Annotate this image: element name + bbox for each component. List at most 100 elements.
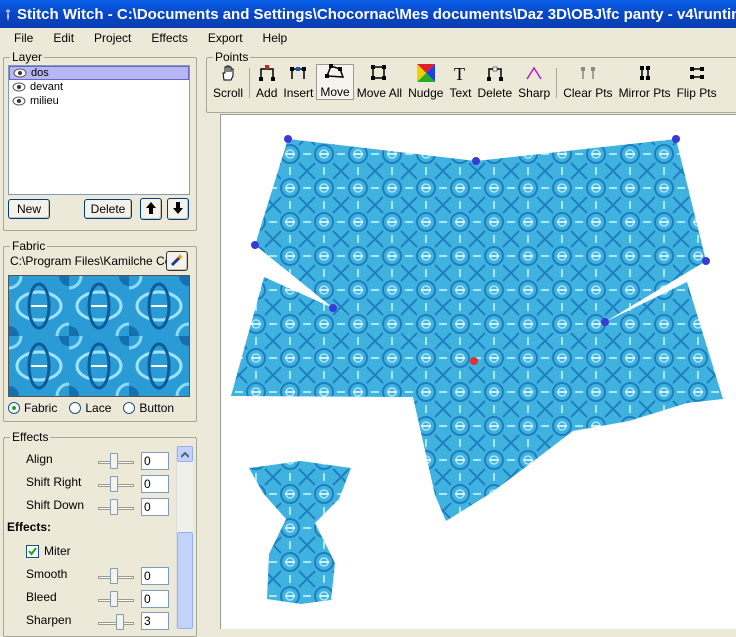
layer-legend: Layer (10, 50, 45, 64)
menu-edit[interactable]: Edit (43, 31, 84, 45)
scroll-thumb[interactable] (177, 532, 193, 629)
shift-right-value-field[interactable]: 0 (141, 475, 169, 493)
mirror-points-icon (636, 64, 654, 86)
clear-pts-tool[interactable]: Clear Pts (560, 64, 615, 100)
scroll-up-button[interactable] (177, 446, 193, 462)
control-point[interactable] (601, 318, 609, 326)
sharpen-label: Sharpen (26, 613, 72, 627)
sharpen-value-field[interactable]: 3 (141, 612, 169, 630)
move-layer-down-button[interactable] (167, 198, 189, 220)
control-point[interactable] (329, 304, 337, 312)
delete-layer-button[interactable]: Delete (84, 199, 132, 219)
chevron-up-icon (180, 447, 190, 461)
layer-item[interactable]: dos (9, 66, 189, 80)
scroll-tool[interactable]: Scroll (210, 64, 246, 100)
button-radio[interactable]: Button (123, 401, 174, 415)
effects-section-label: Effects: (7, 520, 52, 534)
text-tool-label: Text (449, 86, 472, 100)
nudge-tool-label: Nudge (408, 86, 444, 100)
align-slider-thumb[interactable] (110, 453, 118, 469)
layer-item[interactable]: devant (9, 80, 189, 94)
control-point[interactable] (251, 241, 259, 249)
delete-tool[interactable]: Delete (474, 64, 515, 100)
shift-right-slider-thumb[interactable] (110, 476, 118, 492)
shift-down-value-field[interactable]: 0 (141, 498, 169, 516)
insert-point-icon (289, 64, 307, 86)
sharpen-slider-thumb[interactable] (116, 614, 124, 630)
shift-down-slider-thumb[interactable] (110, 499, 118, 515)
fabric-path: C:\Program Files\Kamilche Co (10, 254, 166, 268)
eye-icon[interactable] (13, 68, 27, 78)
eye-icon[interactable] (12, 96, 26, 106)
mirror-pts-tool[interactable]: Mirror Pts (616, 64, 674, 100)
delete-point-icon (486, 64, 504, 86)
add-tool[interactable]: Add (253, 64, 280, 100)
align-value-field[interactable]: 0 (141, 452, 169, 470)
bleed-label: Bleed (26, 590, 57, 604)
menu-file[interactable]: File (4, 31, 43, 45)
eye-icon[interactable] (12, 82, 26, 92)
fabric-type-radio-group: Fabric Lace Button (8, 401, 182, 415)
miter-checkbox[interactable]: Miter (26, 544, 71, 558)
sharp-icon (525, 64, 543, 86)
move-all-tool-label: Move All (356, 86, 403, 100)
shift-right-label: Shift Right (26, 475, 82, 489)
control-point[interactable] (672, 135, 680, 143)
pattern-drawing[interactable] (221, 115, 736, 630)
insert-tool[interactable]: Insert (280, 64, 316, 100)
menu-effects[interactable]: Effects (141, 31, 197, 45)
move-layer-up-button[interactable] (140, 198, 162, 220)
align-label: Align (26, 452, 53, 466)
effects-scrollbar[interactable] (176, 446, 193, 629)
smooth-value-field[interactable]: 0 (141, 567, 169, 585)
pattern-piece-milieu[interactable] (249, 461, 351, 604)
clear-pts-tool-label: Clear Pts (563, 86, 613, 100)
layer-label: dos (31, 67, 49, 79)
app-icon (3, 6, 13, 22)
delete-tool-label: Delete (477, 86, 513, 100)
browse-fabric-button[interactable] (166, 251, 188, 271)
control-point-selected[interactable] (470, 357, 478, 365)
layer-list[interactable]: dos devant milieu (8, 65, 190, 195)
radio-dot-icon (8, 402, 20, 414)
menu-export[interactable]: Export (198, 31, 253, 45)
menu-project[interactable]: Project (84, 31, 141, 45)
toolbar-separator (249, 68, 251, 98)
smooth-slider-thumb[interactable] (110, 568, 118, 584)
nudge-tool[interactable]: Nudge (405, 64, 446, 100)
text-tool[interactable]: T Text (446, 64, 474, 100)
bleed-value-field[interactable]: 0 (141, 590, 169, 608)
control-point[interactable] (702, 257, 710, 265)
pattern-canvas[interactable] (220, 114, 736, 629)
checkmark-icon (26, 544, 39, 558)
flip-pts-tool[interactable]: Flip Pts (674, 64, 720, 100)
lace-radio[interactable]: Lace (69, 401, 111, 415)
points-legend: Points (213, 50, 251, 64)
title-bar: Stitch Witch - C:\Documents and Settings… (0, 0, 736, 28)
control-point[interactable] (284, 135, 292, 143)
move-tool[interactable]: Move (316, 64, 354, 100)
scroll-tool-label: Scroll (213, 86, 244, 100)
smooth-label: Smooth (26, 567, 68, 581)
menu-bar: File Edit Project Effects Export Help (0, 28, 736, 48)
layer-item[interactable]: milieu (9, 94, 189, 108)
radio-dot-icon (123, 402, 136, 414)
new-layer-button[interactable]: New (8, 199, 50, 219)
move-all-icon (370, 64, 388, 86)
menu-help[interactable]: Help (253, 31, 298, 45)
button-radio-label: Button (139, 401, 175, 415)
fabric-preview (8, 275, 190, 397)
nudge-icon (416, 64, 435, 86)
add-tool-label: Add (256, 86, 278, 100)
bleed-slider-thumb[interactable] (110, 591, 118, 607)
window-title: Stitch Witch - C:\Documents and Settings… (17, 5, 736, 23)
fabric-radio[interactable]: Fabric (8, 401, 57, 415)
move-all-tool[interactable]: Move All (354, 64, 405, 100)
layer-label: milieu (30, 95, 59, 107)
mirror-pts-tool-label: Mirror Pts (618, 86, 671, 100)
sharp-tool[interactable]: Sharp (515, 64, 553, 100)
control-point[interactable] (472, 157, 480, 165)
radio-dot-icon (69, 402, 82, 414)
points-toolbar: Scroll Add Insert Move Move All Nudge T … (210, 64, 720, 102)
clear-points-icon (579, 64, 597, 86)
